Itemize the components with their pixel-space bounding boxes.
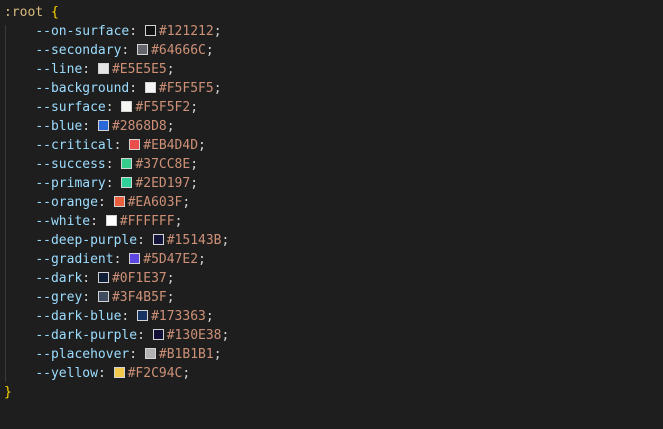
css-variable-name: --line <box>35 62 83 77</box>
css-variable-name: --white <box>35 214 91 229</box>
color-swatch[interactable] <box>113 367 125 378</box>
css-variable-line[interactable]: --surface: #F5F5F2; <box>4 98 198 117</box>
css-variable-line[interactable]: --deep-purple: #15143B; <box>4 231 229 250</box>
css-variable-value: #3F4B5F <box>111 290 167 305</box>
css-variable-value: #F5F5F2 <box>135 100 191 115</box>
color-swatch[interactable] <box>152 329 164 340</box>
css-variable-line[interactable]: --white: #FFFFFF; <box>4 212 182 231</box>
css-variable-value: #130E38 <box>166 328 222 343</box>
color-swatch[interactable] <box>121 101 133 112</box>
color-swatch[interactable] <box>97 120 109 131</box>
color-swatch[interactable] <box>137 310 149 321</box>
css-variable-name: --grey <box>35 290 83 305</box>
selector-line[interactable]: :root { <box>4 3 59 22</box>
css-variable-value: #F5F5F5 <box>158 81 214 96</box>
css-selector: :root <box>4 5 44 20</box>
css-variable-line[interactable]: --gradient: #5D47E2; <box>4 250 206 269</box>
close-brace: } <box>4 385 12 400</box>
color-swatch[interactable] <box>105 215 117 226</box>
css-variable-name: --success <box>35 157 106 172</box>
closing-line[interactable]: } <box>4 383 12 402</box>
color-swatch[interactable] <box>152 234 164 245</box>
css-variable-name: --surface <box>35 100 106 115</box>
css-variable-value: #5D47E2 <box>143 252 199 267</box>
color-swatch[interactable] <box>113 196 125 207</box>
css-variable-value: #37CC8E <box>135 157 191 172</box>
css-variable-name: --dark <box>35 271 83 286</box>
css-variable-name: --gradient <box>35 252 114 267</box>
code-editor[interactable]: :root { --on-surface: #121212; --seconda… <box>0 0 663 429</box>
color-swatch[interactable] <box>144 82 156 93</box>
css-variable-line[interactable]: --background: #F5F5F5; <box>4 79 221 98</box>
css-variable-value: #EB4D4D <box>143 138 199 153</box>
css-variable-line[interactable]: --success: #37CC8E; <box>4 155 198 174</box>
css-variable-value: #EA603F <box>127 195 183 210</box>
css-variable-line[interactable]: --critical: #EB4D4D; <box>4 136 206 155</box>
css-variable-name: --blue <box>35 119 83 134</box>
css-variable-line[interactable]: --dark-blue: #173363; <box>4 307 213 326</box>
css-variable-line[interactable]: --blue: #2868D8; <box>4 117 174 136</box>
open-brace: { <box>50 5 59 20</box>
css-variable-value: #121212 <box>158 24 214 39</box>
css-variable-value: #15143B <box>166 233 222 248</box>
css-variable-name: --placehover <box>35 347 130 362</box>
css-variable-line[interactable]: --grey: #3F4B5F; <box>4 288 174 307</box>
css-variable-value: #2ED197 <box>135 176 191 191</box>
css-variable-value: #F2C94C <box>127 366 183 381</box>
css-variable-name: --dark-blue <box>35 309 122 324</box>
css-variable-name: --yellow <box>35 366 98 381</box>
color-swatch[interactable] <box>97 63 109 74</box>
color-swatch[interactable] <box>144 348 156 359</box>
color-swatch[interactable] <box>97 291 109 302</box>
color-swatch[interactable] <box>121 158 133 169</box>
css-variable-name: --orange <box>35 195 98 210</box>
css-variable-value: #64666C <box>151 43 206 58</box>
css-variable-line[interactable]: --dark-purple: #130E38; <box>4 326 229 345</box>
css-variable-name: --background <box>35 81 130 96</box>
css-variable-value: #173363 <box>151 309 206 324</box>
css-variable-value: #B1B1B1 <box>158 347 214 362</box>
color-swatch[interactable] <box>97 272 109 283</box>
color-swatch[interactable] <box>144 25 156 36</box>
css-variable-line[interactable]: --line: #E5E5E5; <box>4 60 174 79</box>
css-variable-line[interactable]: --secondary: #64666C; <box>4 41 213 60</box>
css-variable-line[interactable]: --placehover: #B1B1B1; <box>4 345 221 364</box>
css-variable-name: --deep-purple <box>35 233 138 248</box>
css-variable-value: #E5E5E5 <box>111 62 167 77</box>
css-variable-line[interactable]: --dark: #0F1E37; <box>4 269 174 288</box>
css-variable-line[interactable]: --on-surface: #121212; <box>4 22 221 41</box>
color-swatch[interactable] <box>137 44 149 55</box>
color-swatch[interactable] <box>129 253 141 264</box>
css-variable-name: --dark-purple <box>35 328 138 343</box>
color-swatch[interactable] <box>121 177 133 188</box>
css-variable-line[interactable]: --yellow: #F2C94C; <box>4 364 190 383</box>
css-variable-name: --on-surface <box>35 24 130 39</box>
css-variable-name: --primary <box>35 176 106 191</box>
css-variable-value: #2868D8 <box>111 119 167 134</box>
css-variable-value: #FFFFFF <box>119 214 175 229</box>
css-variable-line[interactable]: --primary: #2ED197; <box>4 174 198 193</box>
css-variable-name: --secondary <box>35 43 122 58</box>
css-variable-value: #0F1E37 <box>111 271 167 286</box>
css-variable-name: --critical <box>35 138 114 153</box>
color-swatch[interactable] <box>129 139 141 150</box>
css-variable-line[interactable]: --orange: #EA603F; <box>4 193 190 212</box>
